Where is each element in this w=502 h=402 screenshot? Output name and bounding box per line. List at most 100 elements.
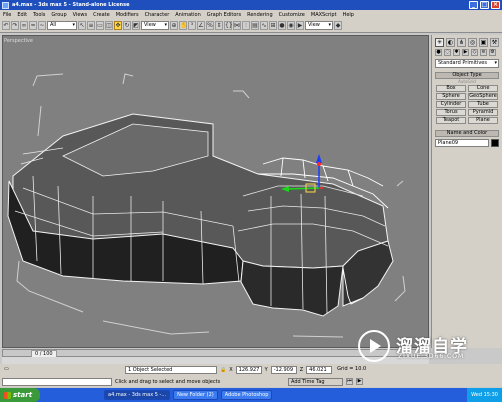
cameras-icon[interactable]: ▶: [462, 49, 469, 56]
rectangular-selection-icon[interactable]: ▭: [96, 21, 104, 30]
menu-edit[interactable]: Edit: [14, 12, 30, 18]
material-editor-icon[interactable]: ●: [278, 21, 286, 30]
display-tab-icon[interactable]: ▣: [479, 38, 488, 47]
menu-group[interactable]: Group: [48, 12, 69, 18]
link-icon[interactable]: ∞: [20, 21, 28, 30]
shapes-icon[interactable]: ◌: [444, 49, 451, 56]
manipulate-icon[interactable]: ✋: [179, 21, 187, 30]
motion-tab-icon[interactable]: ◎: [468, 38, 477, 47]
pyramid-button[interactable]: Pyramid: [468, 109, 498, 116]
pivot-center-icon[interactable]: ⊕: [170, 21, 178, 30]
geosphere-button[interactable]: GeoSphere: [468, 93, 498, 100]
helpers-icon[interactable]: ◇: [471, 49, 478, 56]
spacewarps-icon[interactable]: ≋: [480, 49, 487, 56]
select-by-name-icon[interactable]: ≡: [87, 21, 95, 30]
taskbar-app-photoshop[interactable]: Adobe Photoshop: [220, 390, 273, 400]
render-last-icon[interactable]: ◆: [334, 21, 342, 30]
bind-space-warp-icon[interactable]: ~: [38, 21, 46, 30]
z-label: Z: [299, 367, 304, 373]
percent-snap-icon[interactable]: %: [206, 21, 214, 30]
select-object-icon[interactable]: ↖: [78, 21, 86, 30]
primitive-category-dropdown[interactable]: Standard Primitives: [435, 59, 499, 68]
undo-icon[interactable]: ↶: [2, 21, 10, 30]
close-icon[interactable]: ×: [491, 1, 500, 9]
start-button[interactable]: start: [0, 388, 40, 402]
menu-character[interactable]: Character: [142, 12, 173, 18]
named-selection-sets-icon[interactable]: {}: [224, 21, 233, 30]
geometry-icon[interactable]: ●: [435, 49, 442, 56]
object-color-swatch[interactable]: [491, 139, 499, 147]
menu-file[interactable]: File: [0, 12, 14, 18]
minimize-icon[interactable]: _: [469, 1, 478, 9]
maxscript-listener-icon[interactable]: ▭: [2, 366, 28, 374]
window-crossing-icon[interactable]: ◫: [105, 21, 113, 30]
modify-tab-icon[interactable]: ◐: [446, 38, 455, 47]
sphere-button[interactable]: Sphere: [436, 93, 466, 100]
selection-filter-dropdown[interactable]: All: [47, 21, 77, 30]
watermark-subtitle: ZIXUE.3D66.COM: [398, 353, 465, 360]
menu-create[interactable]: Create: [90, 12, 113, 18]
menu-modifiers[interactable]: Modifiers: [113, 12, 142, 18]
object-type-rollout[interactable]: Object Type: [435, 72, 499, 79]
z-coordinate-field[interactable]: 46.021: [306, 366, 333, 374]
3d-model-wireframe: [7, 73, 406, 338]
windows-taskbar: start a4.max - 3ds max 5 -... New Folder…: [0, 388, 502, 402]
select-and-scale-icon[interactable]: ◩: [132, 21, 140, 30]
curve-editor-icon[interactable]: ∿: [260, 21, 268, 30]
viewport-label[interactable]: Perspective: [4, 38, 33, 44]
render-scene-icon[interactable]: ◉: [287, 21, 295, 30]
cone-button[interactable]: Cone: [468, 85, 498, 92]
hierarchy-tab-icon[interactable]: ⋔: [457, 38, 466, 47]
mirror-icon[interactable]: ⋈: [233, 21, 241, 30]
tube-button[interactable]: Tube: [468, 101, 498, 108]
systems-icon[interactable]: ⚙: [489, 49, 496, 56]
watermark: 溜溜自学 ZIXUE.3D66.COM: [352, 320, 502, 380]
box-button[interactable]: Box: [436, 85, 466, 92]
menu-graph-editors[interactable]: Graph Editors: [204, 12, 244, 18]
cylinder-button[interactable]: Cylinder: [436, 101, 466, 108]
system-tray-clock[interactable]: Wed 15:30: [467, 388, 502, 402]
name-and-color-rollout[interactable]: Name and Color: [435, 130, 499, 137]
menu-views[interactable]: Views: [70, 12, 90, 18]
menu-animation[interactable]: Animation: [172, 12, 204, 18]
quick-render-icon[interactable]: ▶: [296, 21, 304, 30]
3dsmax-app-icon: [2, 1, 9, 9]
x-label: X: [229, 367, 233, 373]
schematic-view-icon[interactable]: ⊞: [269, 21, 277, 30]
lights-icon[interactable]: ✱: [453, 49, 460, 56]
taskbar-app-folder[interactable]: New Folder (2): [173, 390, 218, 400]
render-type-dropdown[interactable]: View: [305, 21, 333, 30]
select-and-move-icon[interactable]: ✥: [114, 21, 122, 30]
redo-icon[interactable]: ↷: [11, 21, 19, 30]
maxscript-mini-listener[interactable]: [2, 377, 112, 386]
snap-toggle-icon[interactable]: ³: [188, 21, 196, 30]
create-tab-icon[interactable]: ✳: [435, 38, 444, 47]
menu-customize[interactable]: Customize: [276, 12, 308, 18]
perspective-viewport[interactable]: [2, 35, 429, 348]
teapot-button[interactable]: Teapot: [436, 117, 466, 124]
taskbar-app-3dsmax[interactable]: a4.max - 3ds max 5 -...: [104, 390, 171, 400]
main-toolbar: ↶ ↷ ∞ ≈ ~ All ↖ ≡ ▭ ◫ ✥ ↻ ◩ View ⊕ ✋ ³ ∠…: [0, 19, 502, 33]
lock-selection-icon[interactable]: 🔒: [220, 367, 226, 373]
autogrid-checkbox[interactable]: AutoGrid: [435, 79, 499, 84]
maximize-icon[interactable]: □: [480, 1, 489, 9]
plane-button[interactable]: Plane: [468, 117, 498, 124]
angle-snap-icon[interactable]: ∠: [197, 21, 205, 30]
menu-maxscript[interactable]: MAXScript: [308, 12, 340, 18]
reference-coordinate-dropdown[interactable]: View: [141, 21, 169, 30]
x-coordinate-field[interactable]: 126.927: [235, 366, 262, 374]
utilities-tab-icon[interactable]: ⚒: [490, 38, 499, 47]
menu-rendering[interactable]: Rendering: [244, 12, 276, 18]
y-coordinate-field[interactable]: -12.909: [270, 366, 297, 374]
select-and-rotate-icon[interactable]: ↻: [123, 21, 131, 30]
menu-help[interactable]: Help: [340, 12, 357, 18]
add-time-tag-button[interactable]: Add Time Tag: [288, 377, 343, 386]
menu-tools[interactable]: Tools: [30, 12, 48, 18]
torus-button[interactable]: Torus: [436, 109, 466, 116]
unlink-icon[interactable]: ≈: [29, 21, 37, 30]
window-title: a4.max - 3ds max 5 - Stand-alone License: [12, 2, 130, 8]
align-icon[interactable]: ⫶: [242, 21, 250, 30]
spinner-snap-icon[interactable]: ⇕: [215, 21, 223, 30]
layer-manager-icon[interactable]: ▤: [251, 21, 259, 30]
object-name-field[interactable]: Plane09: [435, 139, 489, 147]
